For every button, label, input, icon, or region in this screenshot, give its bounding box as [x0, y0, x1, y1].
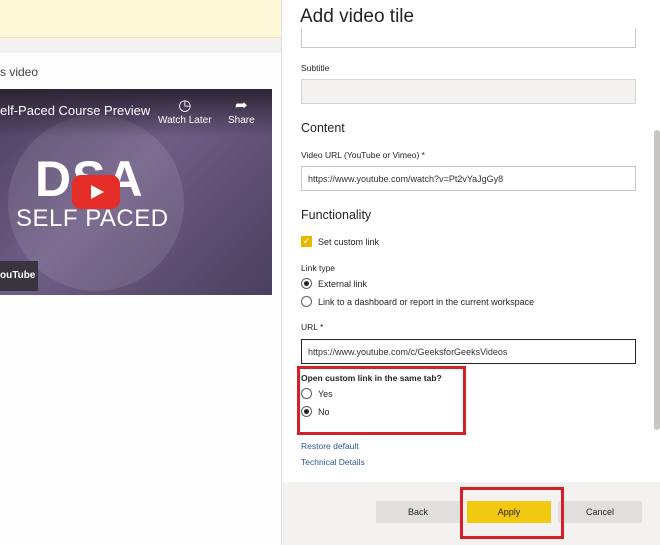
url-label: URL * [301, 322, 324, 332]
radio-unchecked-icon [301, 296, 312, 307]
radio-same-tab-yes[interactable]: Yes [301, 388, 333, 399]
back-button[interactable]: Back [376, 501, 460, 523]
video-title[interactable]: elf-Paced Course Preview ... [0, 103, 150, 118]
add-video-tile-panel: Add video tile Subtitle Content Video UR… [281, 0, 660, 545]
clock-icon: ◷ [178, 97, 192, 114]
radio-checked-icon [301, 406, 312, 417]
radio-same-tab-no[interactable]: No [301, 406, 330, 417]
radio-unchecked-icon [301, 388, 312, 399]
panel-footer: Back Apply Cancel [282, 482, 660, 545]
set-custom-link-label: Set custom link [318, 236, 380, 247]
restore-default-link[interactable]: Restore default [301, 441, 359, 451]
notification-bar [0, 0, 281, 38]
external-link-label: External link [318, 278, 368, 289]
video-tile[interactable]: s video elf-Paced Course Preview ... ◷ W… [0, 53, 281, 545]
checkmark-icon: ✓ [301, 236, 312, 247]
thumbnail-text-self-paced: SELF PACED [16, 205, 169, 232]
dashboard-canvas: s video elf-Paced Course Preview ... ◷ W… [0, 0, 281, 545]
link-type-label: Link type [301, 263, 336, 273]
set-custom-link-checkbox[interactable]: ✓ Set custom link [301, 236, 379, 247]
title-field[interactable] [301, 28, 636, 48]
radio-checked-icon [301, 278, 312, 289]
radio-external-link[interactable]: External link [301, 278, 367, 289]
share-label: Share [228, 115, 255, 126]
panel-scrollbar[interactable] [654, 130, 660, 430]
tile-title: s video [0, 65, 39, 79]
watch-later-button[interactable]: ◷ Watch Later [158, 97, 212, 126]
link-to-dashboard-label: Link to a dashboard or report in the cur… [318, 296, 535, 307]
technical-details-link[interactable]: Technical Details [301, 457, 365, 467]
content-heading: Content [301, 121, 345, 135]
share-button[interactable]: ➦ Share [228, 97, 255, 126]
youtube-logo[interactable]: ouTube [0, 261, 38, 291]
url-field[interactable]: https://www.youtube.com/c/GeeksforGeeksV… [301, 339, 636, 364]
functionality-heading: Functionality [301, 208, 372, 222]
subtitle-label: Subtitle [301, 63, 330, 73]
radio-link-to-dashboard[interactable]: Link to a dashboard or report in the cur… [301, 296, 534, 307]
video-url-label: Video URL (YouTube or Vimeo) * [301, 150, 425, 160]
subtitle-field[interactable] [301, 79, 636, 104]
same-tab-label: Open custom link in the same tab? [301, 373, 442, 383]
panel-title: Add video tile [300, 6, 415, 27]
video-url-field[interactable]: https://www.youtube.com/watch?v=Pt2vYaJg… [301, 166, 636, 191]
cancel-button[interactable]: Cancel [558, 501, 642, 523]
no-label: No [318, 406, 330, 417]
share-arrow-icon: ➦ [235, 97, 248, 114]
watch-later-label: Watch Later [158, 115, 212, 126]
yes-label: Yes [318, 388, 333, 399]
highlight-box-apply [460, 487, 564, 539]
play-button-icon[interactable] [72, 175, 120, 209]
video-player[interactable]: elf-Paced Course Preview ... ◷ Watch Lat… [0, 89, 272, 295]
